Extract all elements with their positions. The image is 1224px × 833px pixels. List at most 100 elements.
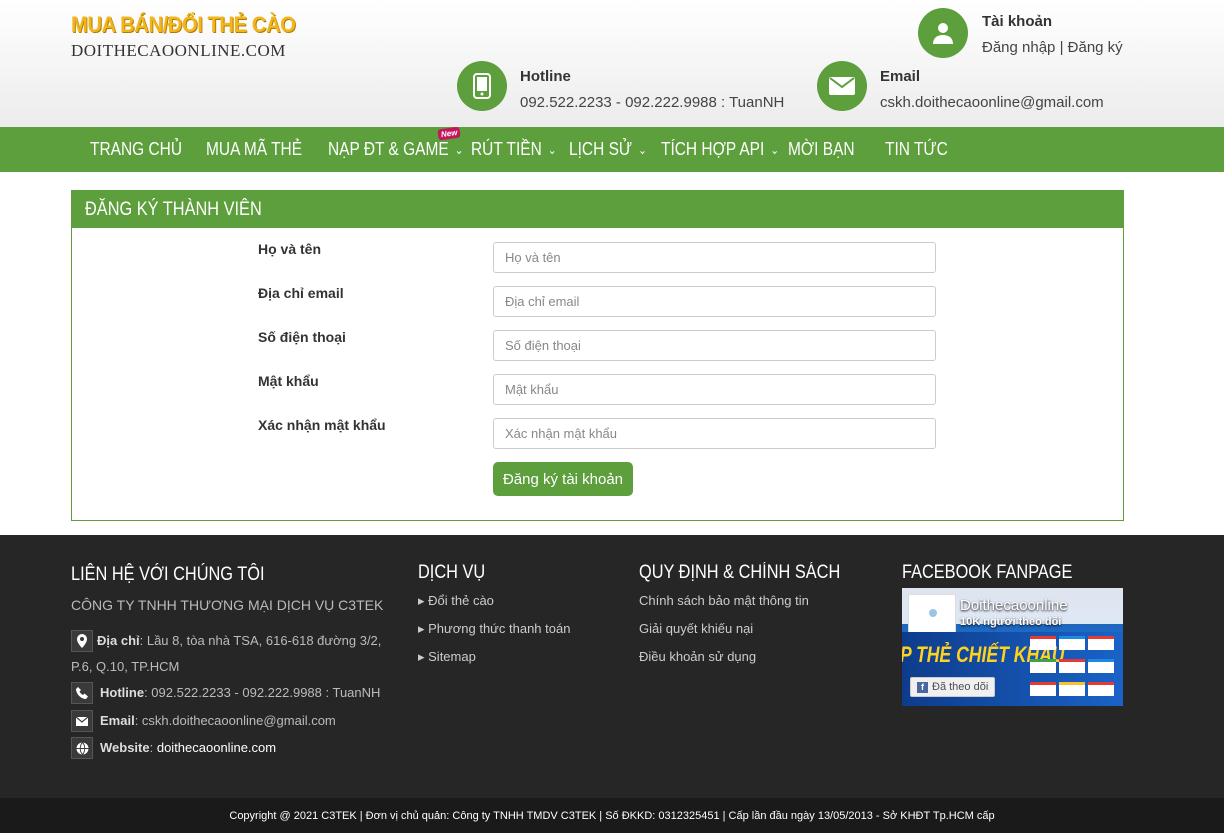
fullname-input[interactable] [493, 242, 936, 273]
email-field-label: Địa chỉ email [258, 285, 344, 301]
nav-item-label: RÚT TIỀN [471, 139, 542, 159]
main-nav: TRANG CHỦ MUA MÃ THẺ NẠP ĐT & GAME ⌄ RÚT … [0, 127, 1224, 172]
nav-item-buy-card[interactable]: MUA MÃ THẺ [206, 127, 302, 172]
card-thumb [1059, 659, 1085, 673]
card-thumb [1088, 682, 1114, 696]
card-thumb [1030, 636, 1056, 650]
policy-link-complaints[interactable]: Giải quyết khiếu nại [639, 621, 753, 636]
facebook-icon: f [917, 681, 928, 693]
nav-item-invite[interactable]: MỜI BẠN [788, 127, 855, 172]
copyright-bar: Copyright @ 2021 C3TEK | Đơn vị chủ quản… [0, 798, 1224, 833]
map-pin-icon [71, 630, 93, 652]
chevron-down-icon: ⌄ [638, 142, 647, 157]
login-link[interactable]: Đăng nhập [982, 39, 1055, 56]
footer-website-label: Website [100, 740, 150, 755]
footer-hotline-label: Hotline [100, 685, 145, 700]
footer-website: Website: doithecaoonline.com [100, 740, 276, 755]
envelope-icon [817, 61, 867, 111]
user-icon [918, 8, 968, 58]
company-name: CÔNG TY TNHH THƯƠNG MẠI DỊCH VỤ C3TEK [71, 597, 384, 613]
card-thumb [1088, 659, 1114, 673]
register-link[interactable]: Đăng ký [1068, 39, 1123, 56]
nav-item-news[interactable]: TIN TỨC [885, 127, 948, 172]
card-thumb [1059, 636, 1085, 650]
facebook-follow-button[interactable]: f Đã theo dõi [910, 677, 996, 697]
chevron-down-icon: ⌄ [770, 142, 779, 157]
envelope-icon [71, 710, 93, 732]
card-thumb [1030, 659, 1056, 673]
register-panel-header: ĐĂNG KÝ THÀNH VIÊN [72, 191, 1123, 228]
nav-item-label: NẠP ĐT & GAME [328, 139, 449, 159]
register-title: ĐĂNG KÝ THÀNH VIÊN [85, 198, 262, 220]
contact-heading: LIÊN HỆ VỚI CHÚNG TÔI [71, 564, 265, 585]
footer-hotline-value: : 092.522.2233 - 092.222.9988 : TuanNH [144, 685, 381, 700]
service-link-card-exchange[interactable]: ▸ Đổi thẻ cào [418, 593, 494, 609]
phone-label: Số điện thoại [258, 329, 346, 345]
register-panel: ĐĂNG KÝ THÀNH VIÊN Họ và tên Địa chỉ ema… [71, 190, 1124, 521]
avatar-dot [929, 609, 937, 617]
logo-title[interactable]: MUA BÁN/ĐỔI THẺ CÀO [71, 12, 296, 38]
email-input[interactable] [493, 286, 936, 317]
confirm-password-input[interactable] [493, 418, 936, 449]
nav-item-label: TIN TỨC [885, 139, 948, 159]
facebook-followers: 10K người theo dõi [960, 616, 1062, 628]
phone-icon [71, 682, 93, 704]
footer-website-sep: : [149, 740, 157, 755]
facebook-heading: FACEBOOK FANPAGE [902, 562, 1073, 583]
caret-right-icon: ▸ [418, 593, 429, 608]
account-label: Tài khoản [982, 13, 1053, 30]
nav-item-label: MUA MÃ THẺ [206, 139, 303, 159]
chevron-down-icon: ⌄ [454, 142, 464, 157]
register-button[interactable]: Đăng ký tài khoản [493, 462, 633, 496]
nav-item-label: TÍCH HỢP API [661, 139, 765, 159]
caret-right-icon: ▸ [418, 621, 429, 636]
footer-website-value[interactable]: doithecaoonline.com [157, 740, 276, 755]
service-link-sitemap[interactable]: ▸ Sitemap [418, 649, 476, 665]
nav-item-withdraw[interactable]: RÚT TIỀN ⌄ [471, 127, 557, 172]
facebook-page-name[interactable]: Doithecaoonline [960, 597, 1068, 614]
site-header: MUA BÁN/ĐỔI THẺ CÀO DOITHECAOONLINE.COM … [0, 0, 1224, 127]
policy-link-privacy[interactable]: Chính sách bảo mật thông tin [639, 593, 809, 608]
card-thumb [1030, 682, 1056, 696]
card-thumb [1059, 682, 1085, 696]
email-value[interactable]: cskh.doithecaoonline@gmail.com [880, 94, 1104, 111]
footer-email-label: Email [100, 713, 135, 728]
logo-subtitle[interactable]: DOITHECAOONLINE.COM [71, 41, 286, 61]
facebook-follow-label: Đã theo dõi [932, 681, 989, 693]
globe-icon [71, 737, 93, 759]
footer-email-value[interactable]: : cskh.doithecaoonline@gmail.com [135, 713, 336, 728]
confirm-password-label: Xác nhận mật khẩu [258, 417, 386, 433]
service-link-label: Phương thức thanh toán [428, 621, 571, 636]
nav-item-history[interactable]: LỊCH SỬ ⌄ [569, 127, 647, 172]
hotline-label: Hotline [520, 68, 571, 85]
nav-item-label: LỊCH SỬ [569, 139, 633, 159]
services-heading: DỊCH VỤ [418, 562, 486, 583]
service-link-label: Đổi thẻ cào [428, 593, 494, 608]
phone-icon [457, 61, 507, 111]
nav-item-home[interactable]: TRANG CHỦ [90, 127, 182, 172]
nav-item-label: MỜI BẠN [788, 139, 855, 159]
caret-right-icon: ▸ [418, 649, 429, 664]
password-input[interactable] [493, 374, 936, 405]
chevron-down-icon: ⌄ [547, 142, 557, 157]
account-separator: | [1055, 39, 1068, 56]
policy-link-terms[interactable]: Điều khoản sử dụng [639, 649, 756, 664]
service-link-label: Sitemap [428, 649, 476, 664]
footer-hotline: Hotline: 092.522.2233 - 092.222.9988 : T… [100, 685, 380, 700]
address-label: Địa chỉ [97, 633, 140, 648]
card-thumb [1088, 636, 1114, 650]
policy-heading: QUY ĐỊNH & CHÍNH SÁCH [639, 562, 841, 583]
phone-input[interactable] [493, 330, 936, 361]
footer-email: Email: cskh.doithecaoonline@gmail.com [100, 713, 336, 728]
card-thumbnails [1030, 636, 1120, 702]
address-value-1: : Lầu 8, tòa nhà TSA, 616-618 đường 3/2, [139, 633, 382, 648]
nav-item-api[interactable]: TÍCH HỢP API ⌄ [661, 127, 779, 172]
service-link-payment[interactable]: ▸ Phương thức thanh toán [418, 621, 570, 637]
facebook-fanpage-widget[interactable]: Doithecaoonline 10K người theo dõi P THẺ… [902, 588, 1123, 706]
account-links: Đăng nhập | Đăng ký [982, 39, 1123, 56]
copyright-text: Copyright @ 2021 C3TEK | Đơn vị chủ quản… [229, 809, 995, 822]
nav-item-label: TRANG CHỦ [90, 139, 183, 159]
address-line-2: P.6, Q.10, TP.HCM [71, 659, 180, 674]
address-line-1: Địa chỉ: Lầu 8, tòa nhà TSA, 616-618 đườ… [97, 633, 381, 648]
hotline-value: 092.522.2233 - 092.222.9988 : TuanNH [520, 94, 785, 111]
